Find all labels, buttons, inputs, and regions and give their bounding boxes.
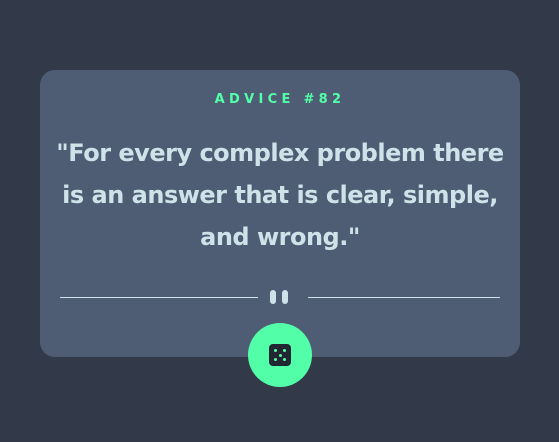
advice-card: ADVICE #82 "For every complex problem th… xyxy=(40,70,520,357)
generate-advice-button[interactable] xyxy=(248,323,312,387)
pause-bar xyxy=(282,290,288,304)
divider-line-right xyxy=(308,297,500,298)
dice-pip xyxy=(274,349,277,352)
dice-pip xyxy=(278,353,282,357)
dice-pip xyxy=(283,358,286,361)
divider-line-left xyxy=(60,297,258,298)
advice-quote: "For every complex problem there is an a… xyxy=(56,139,504,251)
pause-icon xyxy=(269,290,291,304)
dice-icon xyxy=(269,344,291,366)
dice-pip xyxy=(274,358,277,361)
advice-number: ADVICE #82 xyxy=(214,92,346,107)
pause-bar xyxy=(270,290,276,304)
dice-pip xyxy=(283,349,286,352)
